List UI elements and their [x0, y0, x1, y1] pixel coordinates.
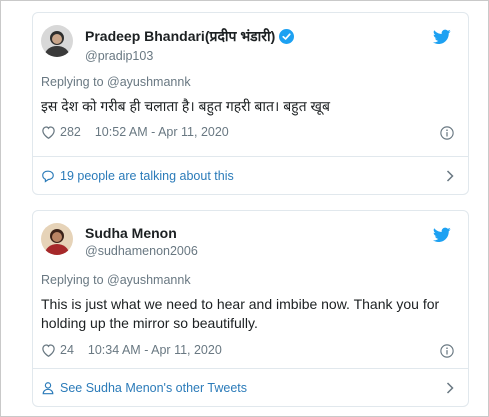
info-icon[interactable]: [440, 126, 454, 140]
other-tweets-label[interactable]: See Sudha Menon's other Tweets: [60, 381, 247, 395]
verified-badge-icon: [279, 29, 295, 44]
author-handle[interactable]: @pradip103: [85, 49, 294, 63]
conversation-label[interactable]: 19 people are talking about this: [60, 169, 234, 183]
chevron-right-icon: [446, 382, 454, 394]
tweet-card: Sudha Menon @sudhamenon2006 Replying to …: [32, 210, 469, 407]
chevron-right-icon: [446, 170, 454, 182]
twitter-bird-icon[interactable]: [433, 227, 451, 243]
tweet-header: Sudha Menon @sudhamenon2006: [41, 223, 461, 263]
heart-icon[interactable]: [41, 343, 56, 357]
timestamp[interactable]: 10:52 AM - Apr 11, 2020: [95, 125, 229, 139]
heart-icon[interactable]: [41, 125, 56, 139]
author-name-row[interactable]: Pradeep Bhandari(प्रदीप भंडारी): [85, 27, 295, 46]
author-handle[interactable]: @sudhamenon2006: [85, 244, 198, 258]
replying-to[interactable]: Replying to @ayushmannk: [41, 75, 191, 89]
timestamp[interactable]: 10:34 AM - Apr 11, 2020: [88, 343, 222, 357]
author-name[interactable]: Sudha Menon: [85, 225, 177, 241]
tweet-header: Pradeep Bhandari(प्रदीप भंडारी) @pradip1…: [41, 25, 461, 65]
person-icon: [42, 381, 54, 394]
like-count[interactable]: 282: [60, 125, 81, 139]
avatar[interactable]: [41, 223, 73, 255]
author-name[interactable]: Pradeep Bhandari(प्रदीप भंडारी): [85, 27, 275, 46]
avatar[interactable]: [41, 25, 73, 57]
info-icon[interactable]: [440, 344, 454, 358]
tweet-meta: 24 10:34 AM - Apr 11, 2020: [41, 343, 222, 357]
twitter-bird-icon[interactable]: [433, 29, 451, 45]
author-name-row[interactable]: Sudha Menon: [85, 225, 198, 241]
tweet-meta: 282 10:52 AM - Apr 11, 2020: [41, 125, 229, 139]
comment-icon: [42, 170, 54, 183]
tweet-text: इस देश को गरीब ही चलाता है। बहुत गहरी बा…: [41, 98, 330, 114]
conversation-link[interactable]: 19 people are talking about this: [33, 156, 468, 194]
tweet-card: Pradeep Bhandari(प्रदीप भंडारी) @pradip1…: [32, 12, 469, 195]
other-tweets-link[interactable]: See Sudha Menon's other Tweets: [33, 368, 468, 406]
replying-to[interactable]: Replying to @ayushmannk: [41, 273, 191, 287]
like-count[interactable]: 24: [60, 343, 74, 357]
tweet-text: This is just what we need to hear and im…: [41, 296, 440, 331]
